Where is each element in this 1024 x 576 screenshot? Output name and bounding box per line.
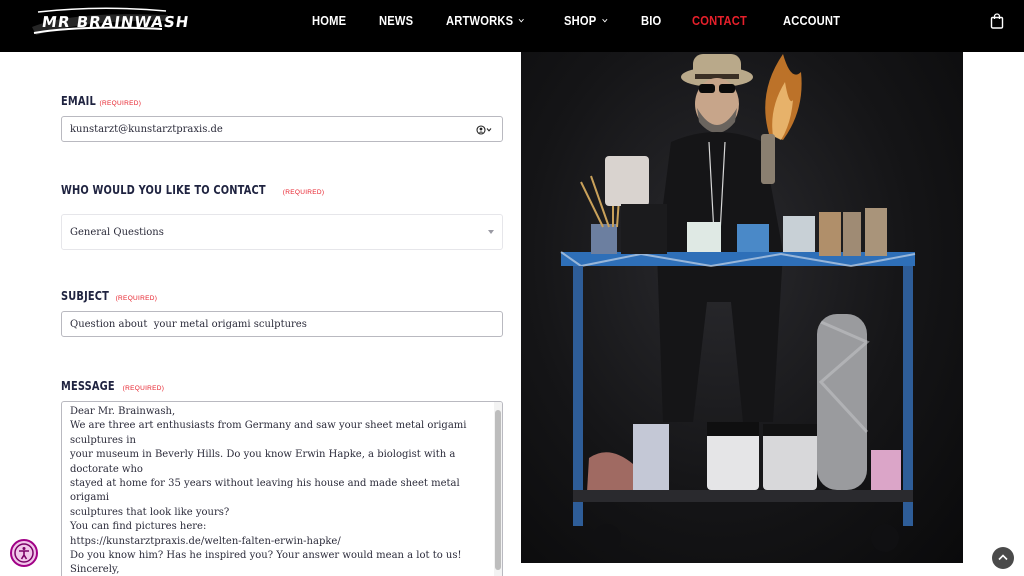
email-field[interactable]: kunstarzt@kunstarztpraxis.de xyxy=(61,116,503,142)
nav-account-label: ACCOUNT xyxy=(783,12,841,28)
arrow-up-icon xyxy=(998,554,1008,561)
contact-label: WHO WOULD YOU LIKE TO CONTACT xyxy=(61,183,266,197)
required-marker: (REQUIRED) xyxy=(99,100,142,107)
nav-bio[interactable]: BIO xyxy=(641,13,661,28)
message-line: Sincerely, xyxy=(70,564,120,576)
nav-home[interactable]: HOME xyxy=(312,13,346,28)
message-textarea[interactable]: Dear Mr. Brainwash, We are three art ent… xyxy=(61,401,503,576)
logo-text: MR BRAINWASH xyxy=(40,13,191,31)
nav-artworks[interactable]: ARTWORKS xyxy=(446,13,524,28)
chevron-down-icon xyxy=(518,18,524,23)
select-arrow-icon xyxy=(488,230,494,234)
artist-photo-illustration xyxy=(560,54,916,552)
required-marker: (REQUIRED) xyxy=(282,189,325,196)
scroll-to-top-button[interactable] xyxy=(992,547,1014,569)
email-value: kunstarzt@kunstarztpraxis.de xyxy=(70,123,223,135)
nav-contact[interactable]: CONTACT xyxy=(692,13,747,28)
accessibility-button[interactable] xyxy=(10,539,38,567)
main-nav: HOME NEWS ARTWORKS SHOP BIO CONTACT ACCO… xyxy=(312,0,877,40)
nav-contact-label: CONTACT xyxy=(692,12,748,28)
nav-home-label: HOME xyxy=(312,12,347,28)
nav-news[interactable]: NEWS xyxy=(379,13,413,28)
scrollbar-thumb[interactable] xyxy=(495,410,501,570)
message-line: sculptures that look like yours? xyxy=(70,506,230,518)
subject-label-row: SUBJECT (REQUIRED) xyxy=(61,289,157,303)
message-line: You can find pictures here: xyxy=(70,521,207,533)
nav-news-label: NEWS xyxy=(378,12,414,28)
nav-bio-label: BIO xyxy=(641,12,662,28)
shopping-bag-icon[interactable] xyxy=(990,13,1004,29)
message-label-row: MESSAGE (REQUIRED) xyxy=(61,379,164,393)
message-line: Dear Mr. Brainwash, xyxy=(70,406,176,417)
nav-shop-label: SHOP xyxy=(563,12,597,28)
contact-select-value: General Questions xyxy=(70,226,164,238)
chevron-down-icon xyxy=(601,18,607,23)
message-line: https://kunstarztpraxis.de/welten-falten… xyxy=(70,535,341,547)
message-line: your museum in Beverly Hills. Do you kno… xyxy=(70,449,459,475)
nav-artworks-label: ARTWORKS xyxy=(445,12,513,28)
message-line: Do you know him? Has he inspired you? Yo… xyxy=(70,550,462,562)
message-label: MESSAGE xyxy=(61,379,115,393)
logo[interactable]: MR BRAINWASH xyxy=(30,7,191,37)
contact-label-row: WHO WOULD YOU LIKE TO CONTACT (REQUIRED) xyxy=(61,183,324,197)
email-label: EMAIL xyxy=(61,94,96,108)
site-header: MR BRAINWASH HOME NEWS ARTWORKS SHOP BIO… xyxy=(0,0,1024,52)
subject-label: SUBJECT xyxy=(61,289,110,303)
artist-with-spray-can-photo xyxy=(521,52,963,563)
nav-account[interactable]: ACCOUNT xyxy=(783,13,840,28)
message-line: stayed at home for 35 years without leav… xyxy=(70,478,463,504)
required-marker: (REQUIRED) xyxy=(122,385,165,392)
message-line: We are three art enthusiasts from German… xyxy=(70,420,470,446)
subject-value: Question about your metal origami sculpt… xyxy=(70,318,307,330)
textarea-scrollbar[interactable] xyxy=(494,402,502,576)
accessibility-icon xyxy=(14,543,34,563)
contact-autofill-icon[interactable] xyxy=(476,125,492,135)
subject-field[interactable]: Question about your metal origami sculpt… xyxy=(61,311,503,337)
nav-shop[interactable]: SHOP xyxy=(564,13,608,28)
required-marker: (REQUIRED) xyxy=(115,295,158,302)
contact-select[interactable]: General Questions xyxy=(61,214,503,250)
email-label-row: EMAIL (REQUIRED) xyxy=(61,94,141,108)
